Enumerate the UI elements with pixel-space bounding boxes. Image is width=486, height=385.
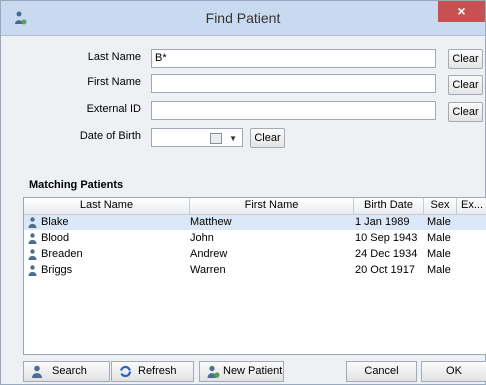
new-patient-label: New Patient bbox=[223, 365, 283, 377]
ok-button[interactable]: OK bbox=[421, 361, 486, 382]
table-row[interactable]: Blake Matthew 1 Jan 1989 Male bbox=[24, 215, 486, 230]
window-title: Find Patient bbox=[205, 10, 281, 26]
cell-first-name: Matthew bbox=[190, 216, 232, 228]
refresh-label: Refresh bbox=[138, 365, 177, 377]
cell-sex: Male bbox=[427, 232, 451, 244]
new-patient-button[interactable]: New Patient bbox=[199, 361, 284, 382]
new-patient-icon bbox=[207, 365, 220, 378]
cell-last-name: Blake bbox=[41, 216, 69, 228]
external-id-input[interactable] bbox=[151, 101, 436, 120]
cell-birth-date: 24 Dec 1934 bbox=[355, 248, 418, 260]
col-sex[interactable]: Sex bbox=[424, 198, 457, 214]
person-icon bbox=[28, 249, 37, 260]
col-last-name[interactable]: Last Name bbox=[24, 198, 190, 214]
cancel-button[interactable]: Cancel bbox=[346, 361, 417, 382]
refresh-icon bbox=[119, 365, 132, 378]
person-icon bbox=[28, 233, 37, 244]
first-name-input[interactable] bbox=[151, 74, 436, 93]
cell-sex: Male bbox=[427, 264, 451, 276]
col-birth-date[interactable]: Birth Date bbox=[354, 198, 424, 214]
last-name-input[interactable]: B* bbox=[151, 49, 436, 68]
find-patient-dialog: Find Patient × Last Name B* Clear First … bbox=[0, 0, 486, 385]
clear-last-name-button[interactable]: Clear bbox=[448, 49, 483, 69]
cell-birth-date: 1 Jan 1989 bbox=[355, 216, 410, 228]
cell-birth-date: 20 Oct 1917 bbox=[355, 264, 415, 276]
cell-sex: Male bbox=[427, 216, 451, 228]
cell-last-name: Briggs bbox=[41, 264, 73, 276]
calendar-icon[interactable] bbox=[210, 133, 222, 144]
cell-sex: Male bbox=[427, 248, 451, 260]
cell-last-name: Breaden bbox=[41, 248, 83, 260]
table-row[interactable]: Breaden Andrew 24 Dec 1934 Male bbox=[24, 247, 486, 262]
clear-external-id-button[interactable]: Clear bbox=[448, 102, 483, 122]
clear-first-name-button[interactable]: Clear bbox=[448, 75, 483, 95]
refresh-button[interactable]: Refresh bbox=[111, 361, 194, 382]
person-icon bbox=[28, 265, 37, 276]
dob-picker[interactable]: ▼ bbox=[151, 128, 243, 147]
table-row[interactable]: Briggs Warren 20 Oct 1917 Male bbox=[24, 263, 486, 278]
cell-first-name: Warren bbox=[190, 264, 226, 276]
last-name-label: Last Name bbox=[87, 51, 141, 63]
cell-last-name: Blood bbox=[41, 232, 70, 244]
cell-first-name: John bbox=[190, 232, 214, 244]
matching-patients-heading: Matching Patients bbox=[29, 179, 124, 191]
col-first-name[interactable]: First Name bbox=[190, 198, 354, 214]
clear-dob-button[interactable]: Clear bbox=[250, 128, 285, 148]
table-header: Last Name First Name Birth Date Sex Ex..… bbox=[24, 198, 486, 215]
search-label: Search bbox=[52, 365, 87, 377]
table-row[interactable]: Blood John 10 Sep 1943 Male bbox=[24, 231, 486, 246]
search-button[interactable]: Search bbox=[23, 361, 110, 382]
person-icon bbox=[28, 217, 37, 228]
person-search-icon bbox=[32, 365, 42, 378]
patients-table[interactable]: Last Name First Name Birth Date Sex Ex..… bbox=[23, 197, 486, 355]
cell-first-name: Andrew bbox=[190, 248, 228, 260]
col-external[interactable]: Ex... bbox=[457, 198, 486, 214]
title-bar[interactable]: Find Patient × bbox=[1, 1, 485, 36]
close-button[interactable]: × bbox=[438, 1, 485, 22]
first-name-label: First Name bbox=[87, 76, 141, 88]
dob-label: Date of Birth bbox=[79, 130, 141, 142]
chevron-down-icon[interactable]: ▼ bbox=[229, 134, 237, 143]
external-id-label: External ID bbox=[86, 103, 141, 115]
cell-birth-date: 10 Sep 1943 bbox=[355, 232, 418, 244]
